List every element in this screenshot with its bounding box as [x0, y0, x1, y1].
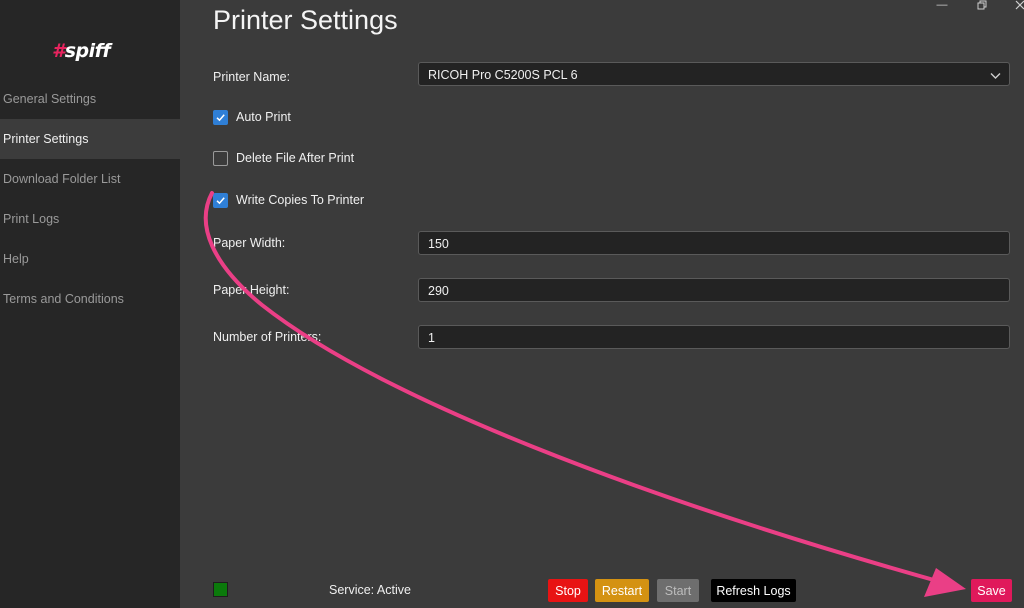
restart-button[interactable]: Restart [595, 579, 649, 602]
sidebar: #spiff General Settings Printer Settings… [0, 0, 180, 608]
printer-name-label: Printer Name: [213, 70, 291, 84]
sidebar-nav: General Settings Printer Settings Downlo… [0, 79, 180, 319]
paper-width-label: Paper Width: [213, 236, 286, 250]
write-copies-checkbox[interactable]: Write Copies To Printer [213, 191, 364, 209]
auto-print-checkbox[interactable]: Auto Print [213, 108, 291, 126]
service-status-indicator [213, 582, 228, 597]
number-of-printers-input[interactable]: 1 [418, 325, 1010, 349]
sidebar-item-terms[interactable]: Terms and Conditions [0, 279, 180, 319]
auto-print-label: Auto Print [236, 110, 291, 124]
delete-file-label: Delete File After Print [236, 151, 355, 165]
restore-icon[interactable] [972, 0, 992, 14]
chevron-down-icon [990, 65, 1001, 89]
checkbox-checked-icon [213, 192, 228, 208]
sidebar-item-printer-settings[interactable]: Printer Settings [0, 119, 180, 159]
paper-height-label: Paper Height: [213, 283, 290, 297]
main-panel: — Printer Settings Printer Name: RICOH P… [180, 0, 1024, 608]
start-button[interactable]: Start [657, 579, 699, 602]
sidebar-item-print-logs[interactable]: Print Logs [0, 199, 180, 239]
sidebar-item-general-settings[interactable]: General Settings [0, 79, 180, 119]
printer-name-value: RICOH Pro C5200S PCL 6 [428, 68, 578, 82]
save-button[interactable]: Save [971, 579, 1012, 602]
checkbox-checked-icon [213, 109, 228, 125]
delete-file-checkbox[interactable]: Delete File After Print [213, 149, 354, 167]
minimize-icon[interactable]: — [932, 0, 952, 14]
spiff-logo: #spiff [52, 40, 111, 62]
sidebar-item-download-folder-list[interactable]: Download Folder List [0, 159, 180, 199]
paper-height-input[interactable]: 290 [418, 278, 1010, 302]
page-title: Printer Settings [213, 5, 398, 35]
number-of-printers-label: Number of Printers: [213, 330, 322, 344]
sidebar-item-help[interactable]: Help [0, 239, 180, 279]
service-status-text: Service: Active [329, 583, 411, 597]
close-icon[interactable] [1010, 0, 1024, 14]
checkbox-unchecked-icon [213, 150, 228, 166]
printer-name-select[interactable]: RICOH Pro C5200S PCL 6 [418, 62, 1010, 86]
stop-button[interactable]: Stop [548, 579, 588, 602]
write-copies-label: Write Copies To Printer [236, 193, 365, 207]
refresh-logs-button[interactable]: Refresh Logs [711, 579, 796, 602]
paper-width-input[interactable]: 150 [418, 231, 1010, 255]
